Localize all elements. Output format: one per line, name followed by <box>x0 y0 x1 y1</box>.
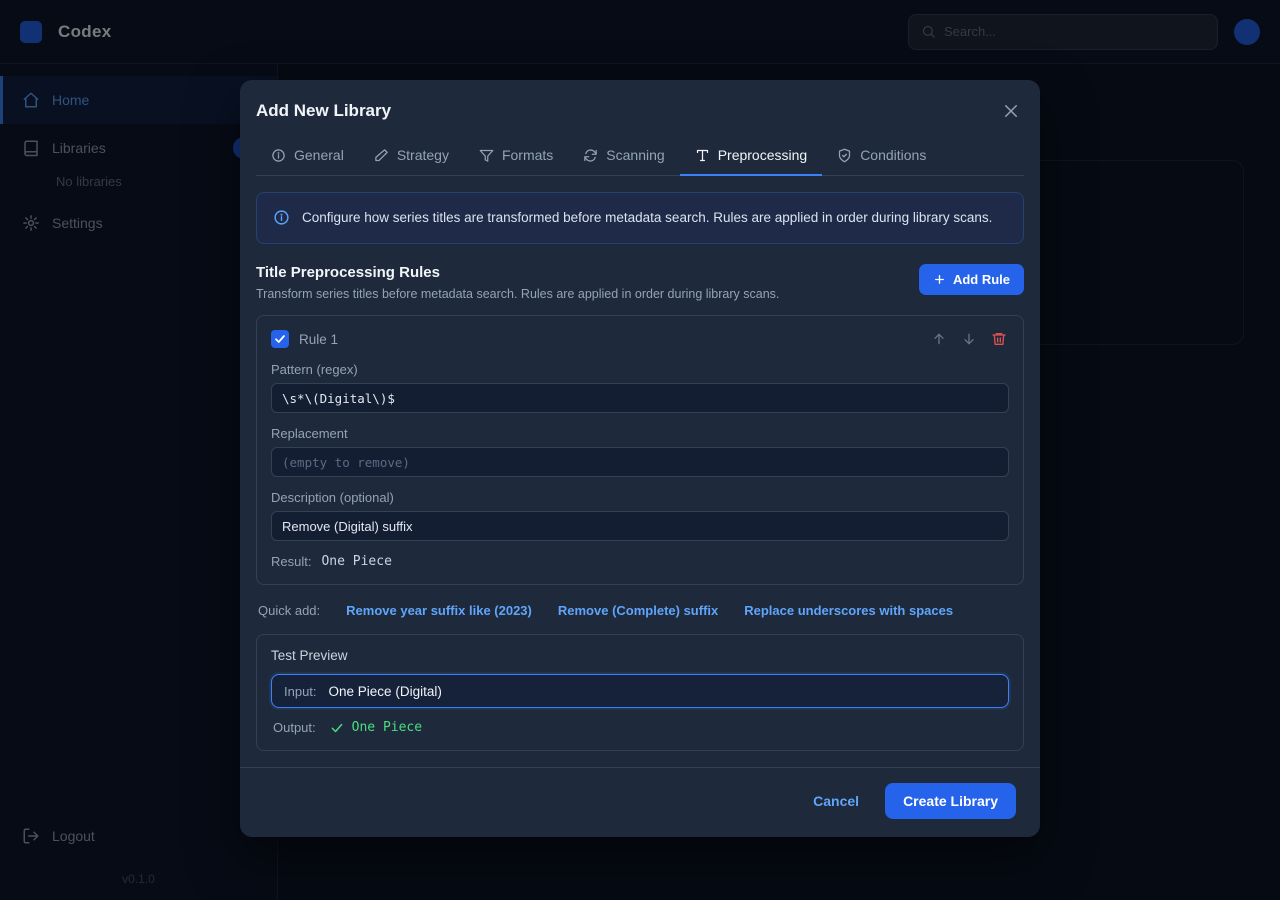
test-input[interactable] <box>329 684 996 699</box>
result-value: One Piece <box>321 554 391 569</box>
modal-footer: Cancel Create Library <box>240 767 1040 837</box>
tab-label: Scanning <box>606 147 664 163</box>
tab-preprocessing[interactable]: Preprocessing <box>680 136 823 176</box>
rule-card: Rule 1 Pattern (regex) <box>256 315 1024 585</box>
quick-add-row: Quick add: Remove year suffix like (2023… <box>258 603 1022 618</box>
test-output-label: Output: <box>273 720 316 735</box>
description-label: Description (optional) <box>271 490 1009 505</box>
pencil-icon <box>374 148 389 163</box>
test-preview-card: Test Preview Input: Output: One Piece <box>256 634 1024 751</box>
create-library-button[interactable]: Create Library <box>885 783 1016 819</box>
tab-conditions[interactable]: Conditions <box>822 136 941 176</box>
quick-add-label: Quick add: <box>258 603 320 618</box>
cancel-button[interactable]: Cancel <box>813 793 859 809</box>
add-library-modal: Add New Library General Strategy Formats… <box>240 80 1040 837</box>
rule-enabled-checkbox[interactable] <box>271 330 289 348</box>
tab-label: Formats <box>502 147 553 163</box>
section-subtitle: Transform series titles before metadata … <box>256 287 779 301</box>
result-label: Result: <box>271 554 311 569</box>
test-input-label: Input: <box>284 684 317 699</box>
rule-name: Rule 1 <box>299 332 338 347</box>
check-icon <box>330 721 344 735</box>
close-icon[interactable] <box>998 98 1024 124</box>
funnel-icon <box>479 148 494 163</box>
add-rule-label: Add Rule <box>953 272 1010 287</box>
description-input[interactable] <box>271 511 1009 541</box>
test-output-value: One Piece <box>352 720 422 735</box>
tab-strategy[interactable]: Strategy <box>359 136 464 176</box>
tab-label: Strategy <box>397 147 449 163</box>
info-banner: Configure how series titles are transfor… <box>256 192 1024 244</box>
refresh-icon <box>583 148 598 163</box>
pattern-input[interactable] <box>271 383 1009 413</box>
quick-add-year-suffix[interactable]: Remove year suffix like (2023) <box>346 603 532 618</box>
type-icon <box>695 148 710 163</box>
plus-icon <box>933 273 946 286</box>
info-text: Configure how series titles are transfor… <box>302 208 992 228</box>
replacement-input[interactable] <box>271 447 1009 477</box>
modal-tabs: General Strategy Formats Scanning Prepro… <box>256 136 1024 176</box>
info-circle-icon <box>273 209 290 226</box>
move-rule-down-button[interactable] <box>959 329 979 349</box>
add-rule-button[interactable]: Add Rule <box>919 264 1024 295</box>
rules-section-titles: Title Preprocessing Rules Transform seri… <box>256 264 779 301</box>
pattern-label: Pattern (regex) <box>271 362 1009 377</box>
section-title: Title Preprocessing Rules <box>256 264 779 281</box>
test-output-row: Output: One Piece <box>271 720 1009 735</box>
quick-add-complete-suffix[interactable]: Remove (Complete) suffix <box>558 603 718 618</box>
tab-general[interactable]: General <box>256 136 359 176</box>
test-input-field: Input: <box>271 674 1009 708</box>
tab-label: General <box>294 147 344 163</box>
move-rule-up-button[interactable] <box>929 329 949 349</box>
rules-section-header: Title Preprocessing Rules Transform seri… <box>256 264 1024 301</box>
info-icon <box>271 148 286 163</box>
tab-label: Conditions <box>860 147 926 163</box>
delete-rule-button[interactable] <box>989 329 1009 349</box>
test-preview-title: Test Preview <box>271 648 1009 663</box>
quick-add-underscores[interactable]: Replace underscores with spaces <box>744 603 953 618</box>
tab-label: Preprocessing <box>718 147 808 163</box>
tab-formats[interactable]: Formats <box>464 136 568 176</box>
shield-check-icon <box>837 148 852 163</box>
rule-header: Rule 1 <box>271 329 1009 349</box>
modal-body: Configure how series titles are transfor… <box>240 176 1040 767</box>
app-screen: Codex Home Libra <box>0 0 1280 900</box>
tab-scanning[interactable]: Scanning <box>568 136 679 176</box>
modal-header: Add New Library <box>240 80 1040 136</box>
modal-title: Add New Library <box>256 101 391 121</box>
rule-result-row: Result: One Piece <box>271 554 1009 569</box>
replacement-label: Replacement <box>271 426 1009 441</box>
rule-actions <box>929 329 1009 349</box>
rule-header-left: Rule 1 <box>271 330 338 348</box>
